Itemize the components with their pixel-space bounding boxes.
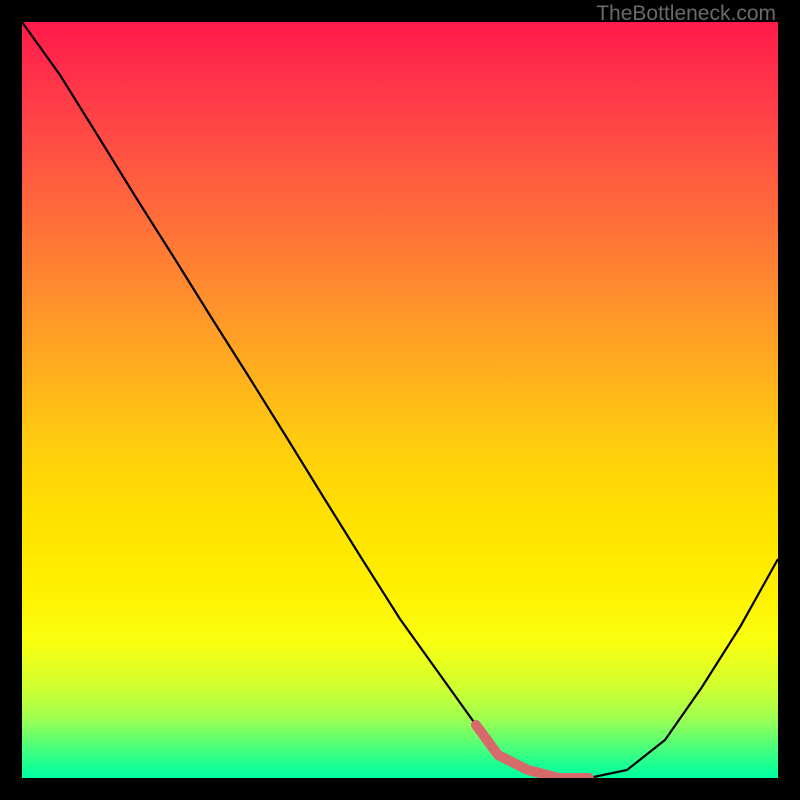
bottleneck-highlight-path (476, 725, 589, 778)
plot-area (22, 22, 778, 778)
bottleneck-curve-path (22, 22, 778, 778)
curve-svg (22, 22, 778, 778)
chart-container: TheBottleneck.com (0, 0, 800, 800)
